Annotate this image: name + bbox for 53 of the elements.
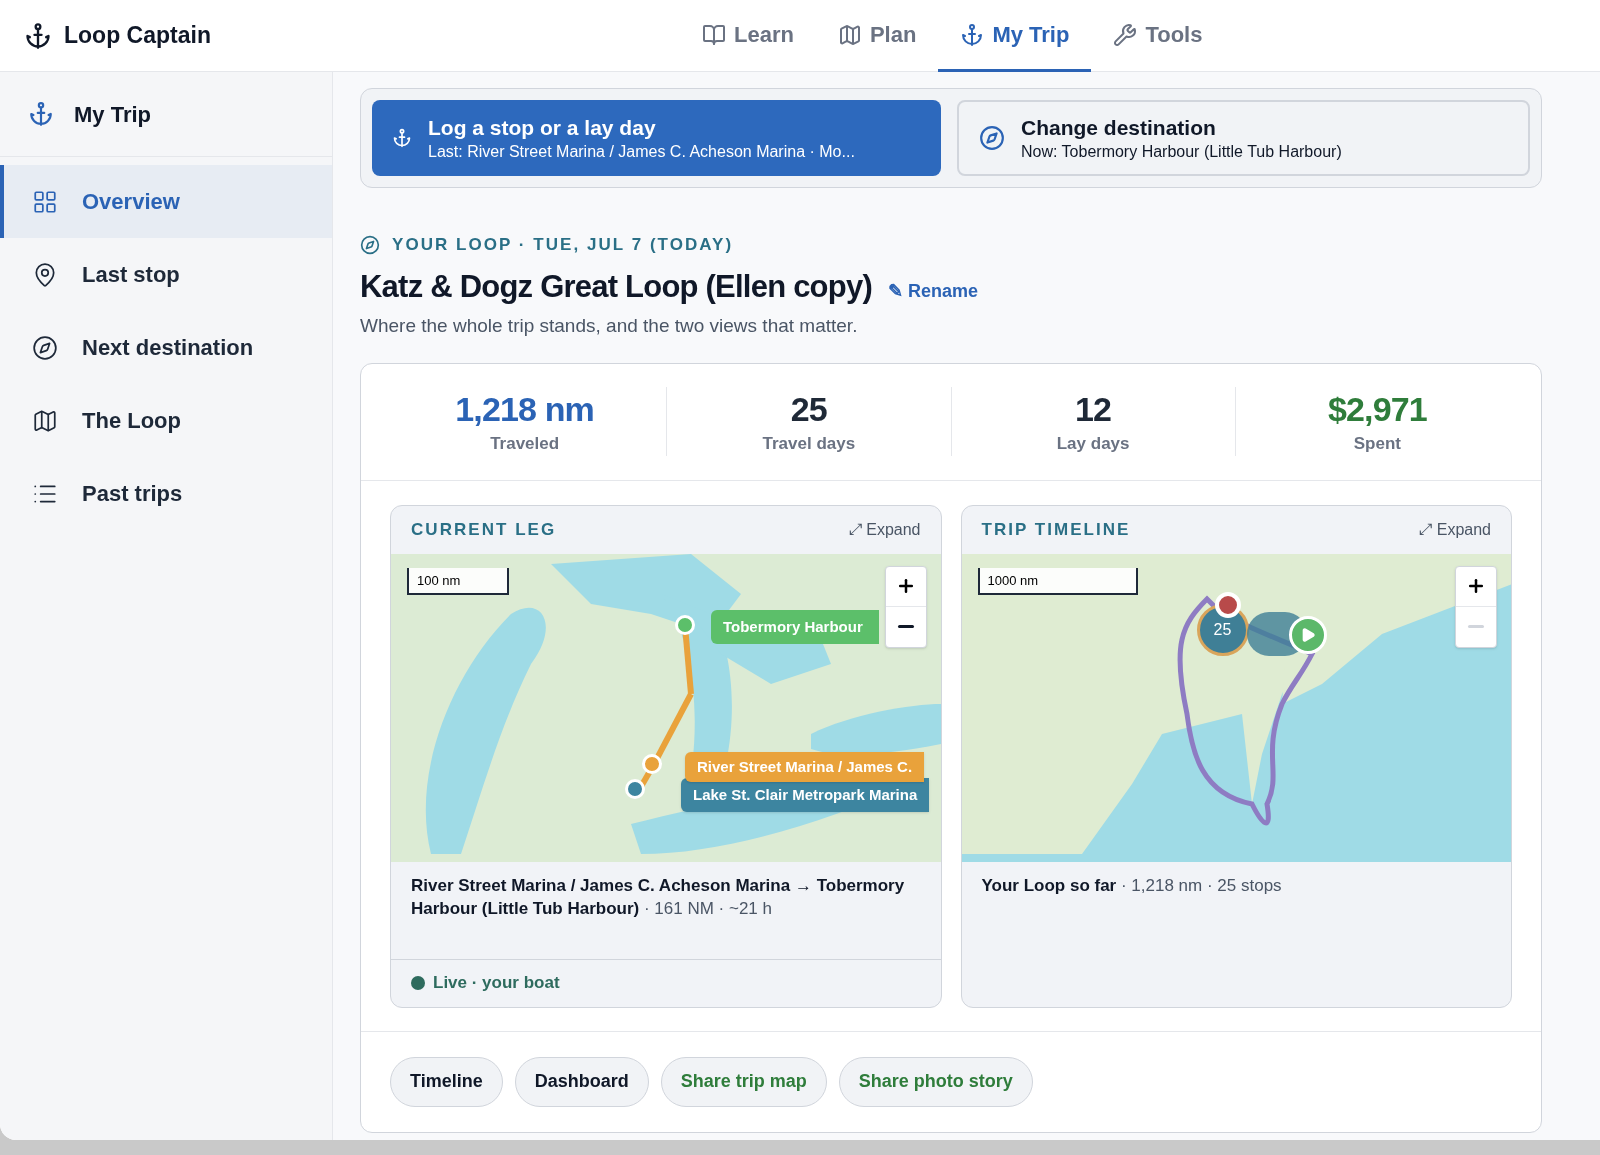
trip-title: Katz & Dogz Great Loop (Ellen copy): [360, 267, 872, 306]
action-button[interactable]: Log a stop or a lay day Last: River Street Marina / James C. Acheson Marina · Mo...: [372, 100, 941, 176]
wrench-icon: [1113, 22, 1138, 47]
eyebrow-text: YOUR LOOP · TUE, JUL 7 (TODAY): [392, 234, 734, 256]
stat-value: 12: [1075, 388, 1112, 430]
map-icon: [837, 22, 862, 47]
sidebar-item[interactable]: Last stop: [0, 238, 332, 311]
expand-button[interactable]: ⤢ Expand: [1419, 517, 1491, 542]
anchor-icon: [28, 101, 54, 127]
minus-icon: [897, 625, 914, 628]
nav-tab[interactable]: Learn: [680, 0, 816, 72]
compass-icon: [32, 334, 58, 361]
stat-value: $2,971: [1327, 388, 1427, 430]
card-caption: Your Loop so far · 1,218 nm · 25 stops: [981, 874, 1283, 897]
pill-button[interactable]: Dashboard: [514, 1056, 649, 1107]
expand-button[interactable]: ⤢ Expand: [848, 517, 921, 542]
sidebar-title: My Trip: [74, 100, 151, 129]
sidebar-item[interactable]: Past trips: [0, 457, 332, 530]
app-title: Loop Captain: [64, 21, 211, 51]
sidebar-item[interactable]: The Loop: [0, 384, 332, 457]
nav-tab[interactable]: Tools: [1091, 0, 1225, 72]
stat-value: 1,218 nm: [455, 388, 594, 430]
stat-value: 25: [790, 388, 827, 430]
pill-button[interactable]: Timeline: [390, 1056, 503, 1107]
trip-subtitle: Where the whole trip stands, and the two views that matter.: [360, 314, 859, 338]
pill-button[interactable]: Share trip map: [660, 1056, 827, 1107]
sidebar-item[interactable]: Overview: [0, 165, 332, 238]
nav-tab[interactable]: Plan: [815, 0, 939, 72]
stat-label: Travel days: [762, 432, 856, 455]
book-icon: [702, 22, 726, 47]
plus-icon: [1466, 576, 1486, 596]
stat-label: Lay days: [1056, 432, 1130, 455]
minus-icon: [1468, 625, 1484, 628]
card-title: TRIP TIMELINE: [981, 518, 1131, 541]
card-title: CURRENT LEG: [411, 518, 557, 541]
compass-icon: [360, 234, 380, 255]
pill-button[interactable]: Share photo story: [838, 1056, 1033, 1107]
anchor-icon: [960, 22, 985, 47]
stat-label: Spent: [1353, 432, 1401, 455]
action-button[interactable]: Change destination Now: Tobermory Harbour (Little Tub Harbour): [957, 100, 1530, 176]
live-status: Live · your boat: [433, 972, 560, 995]
anchor-icon: [24, 21, 52, 50]
card-caption: River Street Marina / James C. Acheson Marina → Tobermory Harbour (Little Tub Harbour) · 161 NM · ~21 h: [411, 874, 906, 920]
compass-icon: [979, 125, 1005, 151]
marker-label: River Street Marina / James C.: [685, 751, 925, 782]
rename-link[interactable]: ✎ Rename: [887, 277, 978, 305]
grid-icon: [32, 188, 58, 215]
marker-label: Tobermory Harbour: [711, 609, 879, 644]
stat-label: Traveled: [490, 432, 560, 455]
anchor-icon: [392, 128, 412, 148]
map-scale: 1000 nm: [977, 567, 1138, 595]
sidebar-item[interactable]: Next destination: [0, 311, 332, 384]
map-scale: 100 nm: [407, 567, 509, 595]
